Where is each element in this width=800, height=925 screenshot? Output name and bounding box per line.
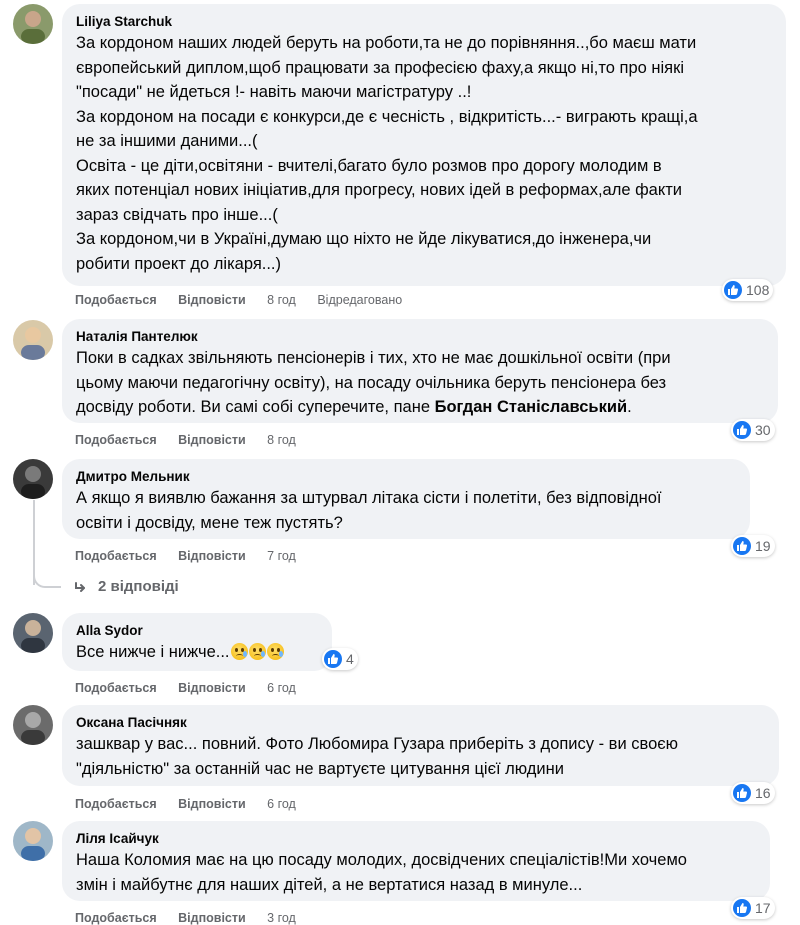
avatar[interactable] [13, 821, 53, 861]
comment-author[interactable]: Дмитро Мельник [76, 468, 736, 486]
comment-bubble: Ліля Ісайчук Наша Коломия має на цю поса… [62, 821, 770, 901]
comment-actions: Подобається Відповісти 8 год Відредагова… [75, 293, 420, 307]
comment-bubble: Дмитро Мельник А якщо я виявлю бажання з… [62, 459, 750, 539]
mention-link[interactable]: Богдан Станіславський [435, 398, 628, 416]
comment-line: Наша Коломия має на цю посаду молодих, д… [76, 851, 687, 869]
comment-line: досвіду роботи. Ви самі собі суперечите,… [76, 395, 764, 420]
reaction-count[interactable]: 4 [322, 648, 358, 670]
comment-line: Все нижче і нижче... [76, 640, 318, 665]
comment-line: робити проект до лікаря...) [76, 254, 282, 273]
comment-actions: Подобається Відповісти 8 год [75, 433, 314, 447]
comment-author[interactable]: Liliya Starchuk [76, 13, 772, 31]
comment-author[interactable]: Наталія Пантелюк [76, 328, 764, 346]
timestamp[interactable]: 8 год [267, 433, 296, 447]
comment-author[interactable]: Alla Sydor [76, 622, 318, 640]
comment-line: За кордоном,чи в Україні,думаю що ніхто … [76, 230, 652, 248]
like-icon [724, 281, 742, 299]
comment-text: зашквар у вас... повний. Фото Любомира Г… [76, 732, 765, 781]
comment-line: яких потенціал нових ініціатив,для прогр… [76, 181, 683, 199]
reaction-number: 16 [755, 785, 771, 801]
crying-face-icon [230, 643, 248, 660]
comment-line: Поки в садках звільняють пенсіонерів і т… [76, 349, 671, 367]
comment-text: А якщо я виявлю бажання за штурвал літак… [76, 486, 736, 535]
like-icon [733, 421, 751, 439]
reply-button[interactable]: Відповісти [178, 797, 246, 811]
reaction-number: 30 [755, 422, 771, 438]
like-button[interactable]: Подобається [75, 681, 157, 695]
comment-line: не за іншими даними...( [76, 132, 258, 150]
comment-line: А якщо я виявлю бажання за штурвал літак… [76, 489, 662, 507]
comment-line: європейський диплом,щоб працювати за про… [76, 58, 684, 77]
comment-bubble: Наталія Пантелюк Поки в садках звільняют… [62, 319, 778, 423]
timestamp[interactable]: 6 год [267, 797, 296, 811]
like-button[interactable]: Подобається [75, 549, 157, 563]
comment-text: Все нижче і нижче... [76, 640, 318, 665]
comment-line: За кордоном наших людей беруть на роботи… [76, 34, 697, 52]
comment-text: За кордоном наших людей беруть на роботи… [76, 31, 772, 276]
like-button[interactable]: Подобається [75, 797, 157, 811]
thread-connector [33, 570, 61, 588]
comment-line: зараз свідчать про інше...( [76, 205, 278, 224]
comment-line-suffix: . [627, 398, 632, 416]
reaction-number: 4 [346, 651, 354, 667]
timestamp[interactable]: 8 год [267, 293, 296, 307]
comment-bubble: Liliya Starchuk За кордоном наших людей … [62, 4, 786, 286]
avatar[interactable] [13, 459, 53, 499]
comment-line: Освіта - це діти,освітяни - вчителі,бага… [76, 156, 662, 175]
reaction-number: 19 [755, 538, 771, 554]
comment-line: змін і майбутнє для наших дітей, а не ве… [76, 875, 583, 894]
timestamp[interactable]: 7 год [267, 549, 296, 563]
comment-author[interactable]: Оксана Пасічняк [76, 714, 765, 732]
comment-bubble: Оксана Пасічняк зашквар у вас... повний.… [62, 705, 779, 786]
reaction-number: 108 [746, 282, 770, 298]
avatar[interactable] [13, 4, 53, 44]
like-button[interactable]: Подобається [75, 293, 157, 307]
crying-face-icon [266, 643, 284, 660]
reaction-count[interactable]: 108 [722, 279, 774, 301]
reply-button[interactable]: Відповісти [178, 681, 246, 695]
avatar[interactable] [13, 613, 53, 653]
reaction-count[interactable]: 16 [731, 782, 775, 804]
comment-author[interactable]: Ліля Ісайчук [76, 830, 756, 848]
reply-button[interactable]: Відповісти [178, 549, 246, 563]
view-replies-button[interactable]: 2 відповіді [72, 578, 179, 595]
like-icon [733, 537, 751, 555]
avatar[interactable] [13, 705, 53, 745]
comment-line: "діяльністю" за останній час не вартуєте… [76, 759, 564, 778]
comment-line: освіти і досвіду, мене теж пустять? [76, 513, 343, 532]
replies-label[interactable]: 2 відповіді [98, 578, 179, 595]
reply-button[interactable]: Відповісти [178, 433, 246, 447]
like-icon [733, 784, 751, 802]
comment-line: зашквар у вас... повний. Фото Любомира Г… [76, 735, 679, 753]
like-icon [733, 899, 751, 917]
comment-line-text: досвіду роботи. Ви самі собі суперечите,… [76, 398, 435, 416]
reaction-number: 17 [755, 900, 771, 916]
crying-face-icon [248, 643, 266, 660]
comment-text: Наша Коломия має на цю посаду молодих, д… [76, 848, 756, 897]
reply-button[interactable]: Відповісти [178, 293, 246, 307]
comment-actions: Подобається Відповісти 7 год [75, 549, 314, 563]
avatar[interactable] [13, 320, 53, 360]
reaction-count[interactable]: 17 [731, 897, 775, 919]
like-button[interactable]: Подобається [75, 433, 157, 447]
comment-line: За кордоном на посади є конкурси,де є че… [76, 107, 698, 126]
comment-actions: Подобається Відповісти 6 год [75, 681, 314, 695]
reaction-count[interactable]: 19 [731, 535, 775, 557]
comment-line: "посади" не йдеться !- навіть маючи магі… [76, 83, 472, 101]
comment-line: цьому маючи педагогічну освіту), на поса… [76, 373, 667, 392]
reaction-count[interactable]: 30 [731, 419, 775, 441]
reply-arrow-icon [75, 581, 85, 592]
comment-line-text: Все нижче і нижче... [76, 643, 230, 661]
like-icon [324, 650, 342, 668]
edited-label: Відредаговано [317, 293, 403, 307]
comment-actions: Подобається Відповісти 6 год [75, 797, 314, 811]
comment-text: Поки в садках звільняють пенсіонерів і т… [76, 346, 764, 420]
timestamp[interactable]: 6 год [267, 681, 296, 695]
comment-bubble: Alla Sydor Все нижче і нижче... [62, 613, 332, 671]
